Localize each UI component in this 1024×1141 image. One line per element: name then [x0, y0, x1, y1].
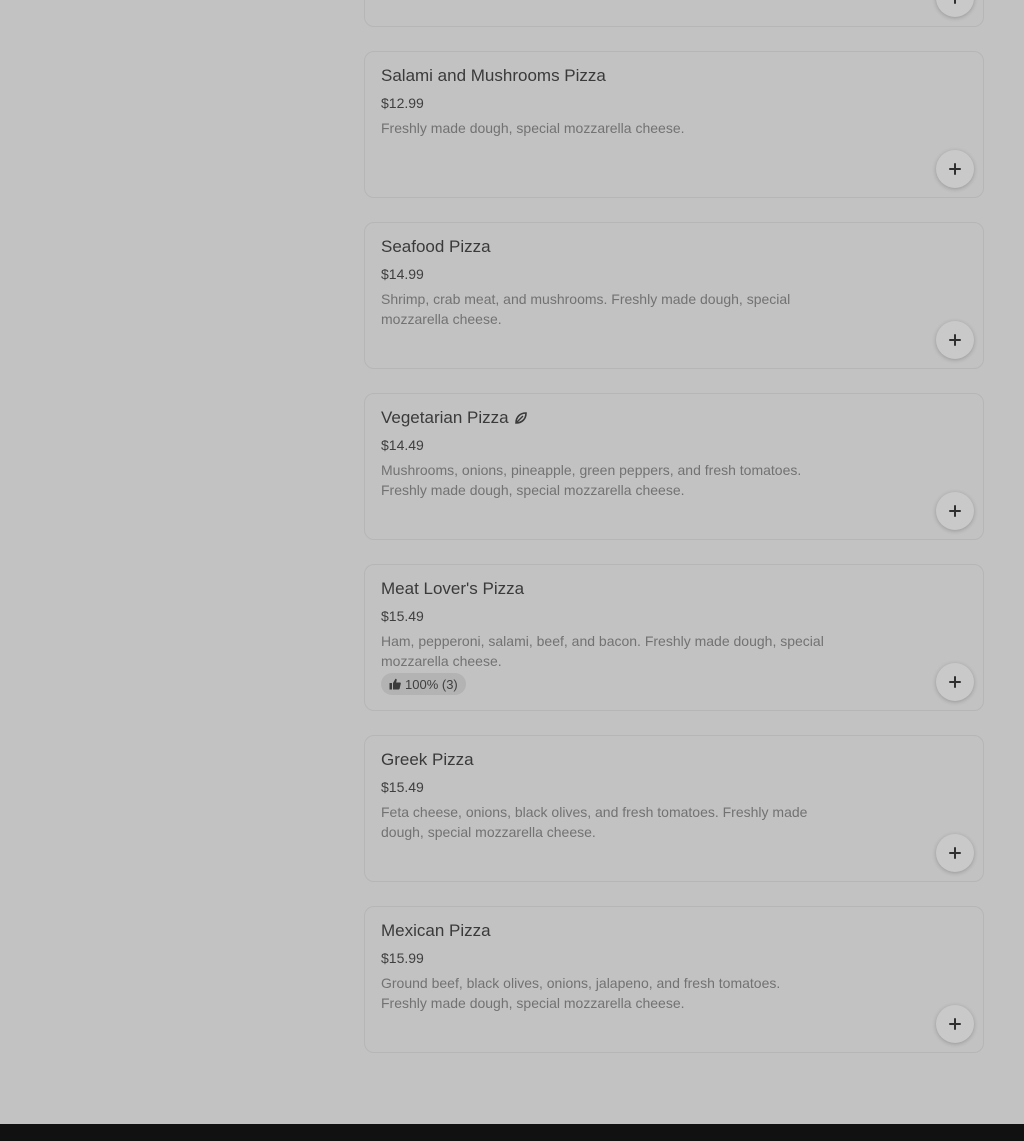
plus-icon — [949, 1018, 961, 1030]
add-to-cart-button[interactable] — [936, 1005, 974, 1043]
menu-item-name: Mexican Pizza — [381, 921, 491, 940]
menu-item-name: Greek Pizza — [381, 750, 474, 769]
menu-item-card[interactable]: Salami and Mushrooms Pizza $12.99 Freshl… — [364, 51, 984, 198]
menu-item-card[interactable]: Greek Pizza $15.49 Feta cheese, onions, … — [364, 735, 984, 882]
menu-item-description: Shrimp, crab meat, and mushrooms. Freshl… — [381, 291, 791, 327]
menu-item-card[interactable]: Vegetarian Pizza $14.49 Mushrooms, onion… — [364, 393, 984, 540]
plus-icon — [949, 163, 961, 175]
menu-item-card[interactable]: Meat Lover's Pizza $15.49 Ham, pepperoni… — [364, 564, 984, 711]
menu-item-description: Ground beef, black olives, onions, jalap… — [381, 975, 781, 1011]
menu-item-description: Freshly made dough, special mozzarella c… — [381, 120, 685, 136]
menu-item-title: Salami and Mushrooms Pizza — [381, 66, 606, 86]
menu-item-card[interactable] — [364, 0, 984, 27]
menu-item-title: Seafood Pizza — [381, 237, 491, 257]
menu-item-title: Meat Lover's Pizza — [381, 579, 524, 599]
add-to-cart-button[interactable] — [936, 663, 974, 701]
menu-item-name: Meat Lover's Pizza — [381, 579, 525, 598]
plus-icon — [949, 676, 961, 688]
menu-item-price: $14.49 — [381, 437, 424, 453]
menu-item-name: Vegetarian Pizza — [381, 408, 509, 427]
rating-text: 100% (3) — [405, 676, 458, 692]
menu-item-price: $15.99 — [381, 950, 424, 966]
menu-list: Salami and Mushrooms Pizza $12.99 Freshl… — [364, 0, 984, 1077]
menu-item-price: $12.99 — [381, 95, 424, 111]
add-to-cart-button[interactable] — [936, 0, 974, 17]
menu-item-name: Salami and Mushrooms Pizza — [381, 66, 606, 85]
menu-item-name: Seafood Pizza — [381, 237, 491, 256]
menu-item-price: $15.49 — [381, 608, 424, 624]
plus-icon — [949, 505, 961, 517]
add-to-cart-button[interactable] — [936, 492, 974, 530]
add-to-cart-button[interactable] — [936, 321, 974, 359]
add-to-cart-button[interactable] — [936, 150, 974, 188]
plus-icon — [949, 0, 961, 4]
menu-item-card[interactable]: Seafood Pizza $14.99 Shrimp, crab meat, … — [364, 222, 984, 369]
plus-icon — [949, 847, 961, 859]
rating-badge: 100% (3) — [381, 673, 466, 695]
menu-item-card[interactable]: Mexican Pizza $15.99 Ground beef, black … — [364, 906, 984, 1053]
plus-icon — [949, 334, 961, 346]
menu-item-price: $14.99 — [381, 266, 424, 282]
menu-item-title: Mexican Pizza — [381, 921, 491, 941]
leaf-icon — [514, 412, 527, 424]
footer-bar — [0, 1124, 1024, 1141]
menu-page: Salami and Mushrooms Pizza $12.99 Freshl… — [0, 0, 1024, 1141]
menu-item-description: Mushrooms, onions, pineapple, green pepp… — [381, 462, 802, 498]
menu-item-title: Greek Pizza — [381, 750, 474, 770]
add-to-cart-button[interactable] — [936, 834, 974, 872]
menu-item-price: $15.49 — [381, 779, 424, 795]
thumbs-up-icon — [389, 678, 401, 690]
menu-item-title: Vegetarian Pizza — [381, 408, 528, 428]
menu-item-description: Feta cheese, onions, black olives, and f… — [381, 804, 808, 840]
menu-item-description: Ham, pepperoni, salami, beef, and bacon.… — [381, 633, 824, 669]
